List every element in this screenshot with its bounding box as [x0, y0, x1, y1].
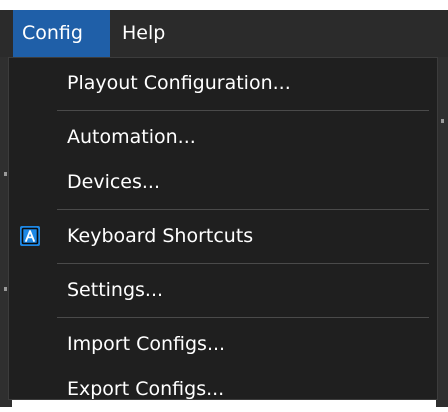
menu-item-import-configs[interactable]: Import Configs... — [9, 322, 437, 367]
menu-item-export-configs[interactable]: Export Configs... — [9, 367, 437, 412]
menu-help[interactable]: Help — [114, 10, 184, 57]
menu-item-label: Settings... — [67, 279, 164, 301]
menu-item-settings[interactable]: Settings... — [9, 268, 437, 313]
menu-separator — [57, 263, 429, 264]
menu-item-devices[interactable]: Devices... — [9, 160, 437, 205]
keyboard-shortcuts-icon — [20, 226, 40, 246]
config-dropdown-menu: Playout Configuration... Automation... D… — [8, 57, 438, 400]
menu-item-playout-configuration[interactable]: Playout Configuration... — [9, 61, 437, 106]
background-edge-mark — [4, 287, 7, 291]
menu-config[interactable]: Config — [13, 10, 110, 57]
menu-item-keyboard-shortcuts[interactable]: Keyboard Shortcuts — [9, 214, 437, 259]
background-edge-mark — [441, 119, 444, 123]
menu-separator — [57, 110, 429, 111]
menu-item-automation[interactable]: Automation... — [9, 115, 437, 160]
menu-item-label: Devices... — [67, 171, 160, 193]
menu-item-label: Automation... — [67, 126, 196, 148]
background-edge-mark — [4, 172, 7, 176]
menu-item-label: Import Configs... — [67, 333, 226, 355]
menu-item-label: Keyboard Shortcuts — [67, 225, 254, 247]
menu-separator — [57, 317, 429, 318]
menu-item-label: Playout Configuration... — [67, 72, 291, 94]
menu-item-label: Export Configs... — [67, 378, 225, 400]
menu-separator — [57, 209, 429, 210]
menu-bar: Config Help — [0, 10, 448, 57]
